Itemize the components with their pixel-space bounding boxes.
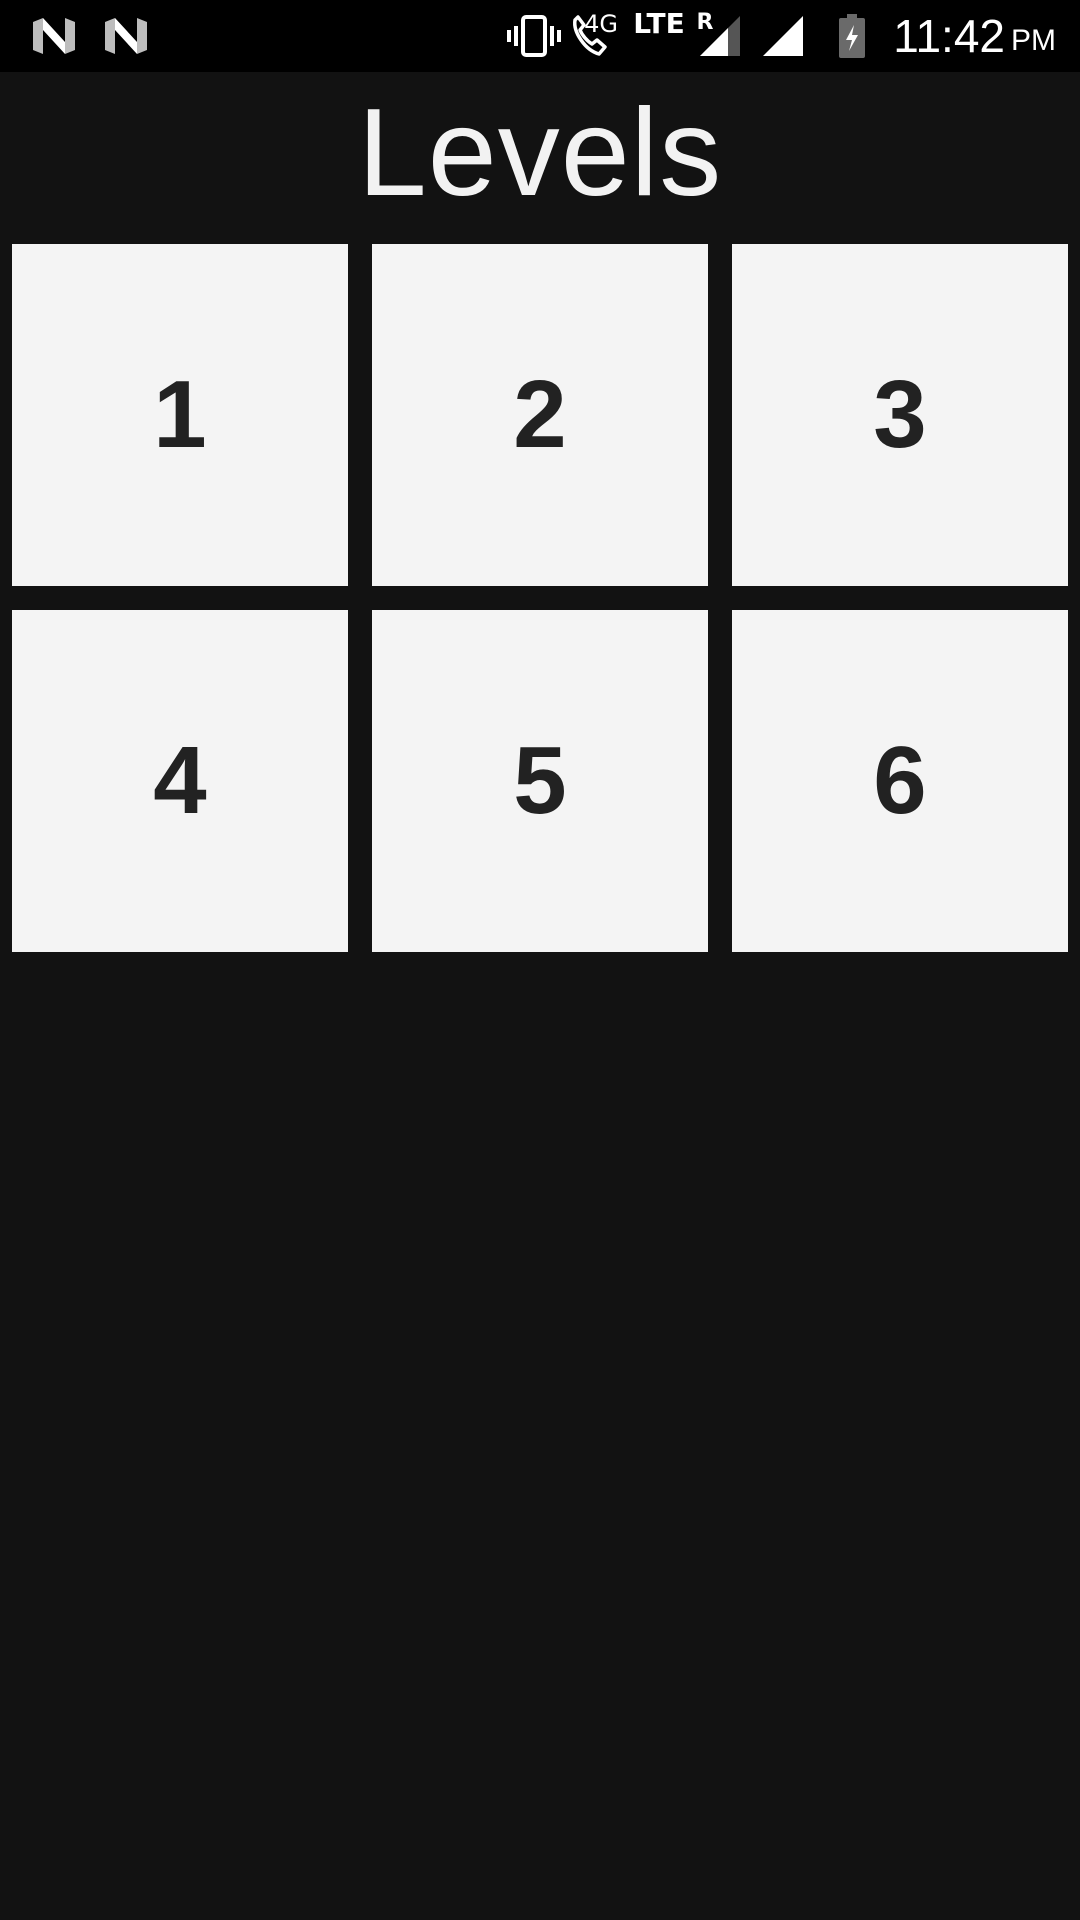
level-button-3[interactable]: 3 [732,244,1068,586]
level-button-4[interactable]: 4 [12,610,348,952]
page-title: Levels [357,84,723,222]
clock-ampm: PM [1011,24,1056,57]
level-number: 6 [873,727,927,834]
n-notification-icon [102,0,150,72]
level-number: 3 [873,361,927,468]
level-number: 1 [153,361,207,468]
status-bar: 4G LTE R 11:42 PM [0,0,1080,72]
n-notification-icon [30,0,78,72]
level-button-2[interactable]: 2 [372,244,708,586]
level-number: 2 [513,361,567,468]
status-clock: 11:42 PM [893,0,1056,72]
level-button-6[interactable]: 6 [732,610,1068,952]
vibrate-icon [506,0,562,72]
network-lte-label: LTE [633,7,685,40]
level-button-5[interactable]: 5 [372,610,708,952]
level-grid: 1 2 3 4 5 6 [12,244,1068,952]
level-number: 5 [513,727,567,834]
clock-time: 11:42 [893,10,1005,62]
signal-icon [760,0,806,72]
battery-charging-icon [836,0,868,72]
level-number: 4 [153,727,207,834]
levels-screen: 4G LTE R 11:42 PM Levels 1 2 3 4 5 6 [0,0,1080,1920]
network-4g-label: 4G [584,10,618,38]
signal-roaming-icon [698,0,742,72]
level-button-1[interactable]: 1 [12,244,348,586]
